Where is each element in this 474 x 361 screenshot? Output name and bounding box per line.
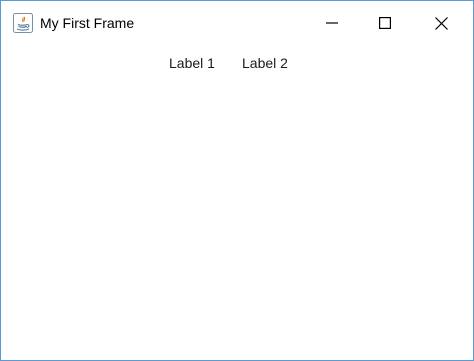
close-button[interactable] — [418, 1, 464, 45]
title-bar[interactable]: My First Frame — [1, 1, 473, 45]
close-icon — [434, 16, 448, 30]
minimize-button[interactable] — [309, 1, 355, 45]
label-2: Label 2 — [242, 55, 288, 71]
java-icon[interactable] — [13, 13, 33, 33]
maximize-button[interactable] — [362, 1, 408, 45]
window-title: My First Frame — [40, 15, 135, 31]
minimize-icon — [326, 22, 338, 24]
app-window: My First Frame Label 1 Label 2 — [0, 0, 474, 361]
maximize-icon — [379, 17, 391, 29]
label-1: Label 1 — [169, 55, 215, 71]
frame-content: Label 1 Label 2 — [1, 45, 473, 360]
